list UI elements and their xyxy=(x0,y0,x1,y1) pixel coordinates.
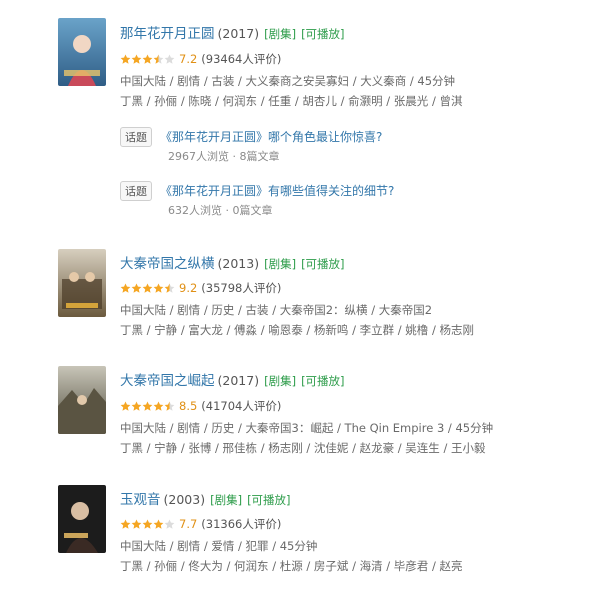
item-meta-genres: 中国大陆 / 剧情 / 古装 / 大义秦商之安吴寡妇 / 大义秦商 / 45分钟 xyxy=(120,74,456,88)
star-icon xyxy=(153,401,164,411)
star-icon xyxy=(131,401,142,411)
item-year: (2017) xyxy=(217,373,260,388)
rating-score: 7.2 xyxy=(179,52,198,66)
rating-stars xyxy=(120,283,175,294)
rating-score: 8.5 xyxy=(179,399,198,413)
rating-stars xyxy=(120,519,175,530)
star-icon xyxy=(142,54,153,64)
topic-entry: 话题 《那年花开月正圆》有哪些值得关注的细节? 632人浏览 · 0篇文章 xyxy=(120,180,394,217)
topic-title[interactable]: 《那年花开月正圆》有哪些值得关注的细节? xyxy=(160,184,394,198)
item-title[interactable]: 那年花开月正圆 xyxy=(120,26,215,42)
topic-stats: 2967人浏览 · 8篇文章 xyxy=(168,150,280,163)
item-year: (2013) xyxy=(217,256,260,271)
poster-image[interactable] xyxy=(58,249,106,317)
poster-image[interactable] xyxy=(58,18,106,86)
item-title[interactable]: 大秦帝国之纵横 xyxy=(120,256,215,272)
rating-count: (31366人评价) xyxy=(201,517,282,531)
star-icon xyxy=(120,401,131,411)
tag-series[interactable]: [剧集] xyxy=(210,493,242,507)
item-year: (2003) xyxy=(163,492,206,507)
tag-playable[interactable]: [可播放] xyxy=(301,374,344,388)
star-icon xyxy=(131,519,142,529)
item-meta-genres: 中国大陆 / 剧情 / 爱情 / 犯罪 / 45分钟 xyxy=(120,539,318,553)
item-meta-cast: 丁黑 / 孙俪 / 陈晓 / 何润东 / 任重 / 胡杏儿 / 俞灏明 / 张晨… xyxy=(120,94,463,108)
topic-title[interactable]: 《那年花开月正圆》哪个角色最让你惊喜? xyxy=(160,130,382,144)
star-icon xyxy=(131,54,142,64)
topic-stats: 632人浏览 · 0篇文章 xyxy=(168,204,273,217)
star-icon xyxy=(120,283,131,293)
star-icon xyxy=(164,54,175,64)
star-icon xyxy=(142,283,153,293)
tag-series[interactable]: [剧集] xyxy=(264,27,296,41)
topic-badge[interactable]: 话题 xyxy=(120,180,152,201)
tag-playable[interactable]: [可播放] xyxy=(301,257,344,271)
rating-count: (93464人评价) xyxy=(201,52,282,66)
tag-series[interactable]: [剧集] xyxy=(264,257,296,271)
tag-series[interactable]: [剧集] xyxy=(264,374,296,388)
rating-stars xyxy=(120,54,175,65)
rating-count: (35798人评价) xyxy=(201,281,282,295)
tag-playable[interactable]: [可播放] xyxy=(301,27,344,41)
item-meta-genres: 中国大陆 / 剧情 / 历史 / 大秦帝国3：崛起 / The Qin Empi… xyxy=(120,421,494,435)
star-icon xyxy=(153,283,164,293)
poster-image[interactable] xyxy=(58,485,106,553)
tag-playable[interactable]: [可播放] xyxy=(247,493,290,507)
star-icon xyxy=(120,519,131,529)
item-year: (2017) xyxy=(217,26,260,41)
topic-entry: 话题 《那年花开月正圆》哪个角色最让你惊喜? 2967人浏览 · 8篇文章 xyxy=(120,126,382,163)
star-icon xyxy=(153,519,164,529)
rating-score: 7.7 xyxy=(179,517,198,531)
star-icon xyxy=(164,519,175,529)
topic-badge[interactable]: 话题 xyxy=(120,126,152,147)
item-meta-cast: 丁黑 / 孙俪 / 佟大为 / 何润东 / 杜源 / 房子斌 / 海清 / 毕彦… xyxy=(120,559,463,573)
poster-image[interactable] xyxy=(58,366,106,434)
star-icon xyxy=(164,401,175,411)
star-icon xyxy=(153,54,164,64)
item-title[interactable]: 玉观音 xyxy=(120,492,161,508)
rating-stars xyxy=(120,401,175,412)
star-icon xyxy=(142,519,153,529)
star-icon xyxy=(164,283,175,293)
rating-count: (41704人评价) xyxy=(201,399,282,413)
star-icon xyxy=(131,283,142,293)
star-icon xyxy=(142,401,153,411)
item-meta-cast: 丁黑 / 宁静 / 富大龙 / 傅淼 / 喻恩泰 / 杨新鸣 / 李立群 / 姚… xyxy=(120,323,474,337)
star-icon xyxy=(120,54,131,64)
item-title[interactable]: 大秦帝国之崛起 xyxy=(120,373,215,389)
rating-score: 9.2 xyxy=(179,281,198,295)
item-meta-cast: 丁黑 / 宁静 / 张博 / 邢佳栋 / 杨志刚 / 沈佳妮 / 赵龙豪 / 吴… xyxy=(120,441,486,455)
item-meta-genres: 中国大陆 / 剧情 / 历史 / 古装 / 大秦帝国2：纵横 / 大秦帝国2 xyxy=(120,303,433,317)
